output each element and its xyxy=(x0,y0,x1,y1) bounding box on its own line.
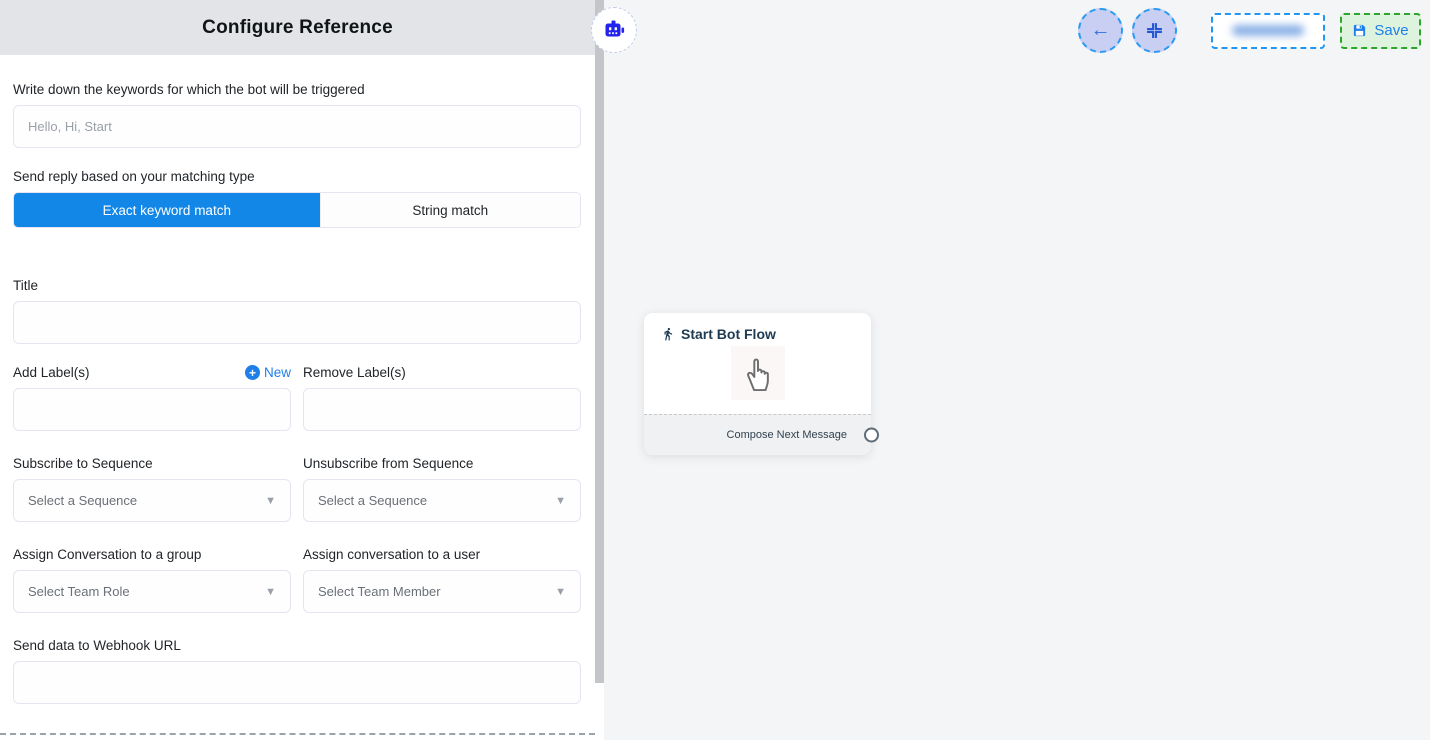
plus-icon: + xyxy=(245,365,260,380)
webhook-input[interactable] xyxy=(13,661,581,704)
subscribe-sequence-select[interactable]: Select a Sequence ▼ xyxy=(13,479,291,522)
bot-avatar[interactable] xyxy=(591,7,637,53)
remove-labels-label: Remove Label(s) xyxy=(303,365,406,380)
keywords-input[interactable] xyxy=(13,105,581,148)
robot-icon xyxy=(602,18,626,42)
add-labels-label: Add Label(s) xyxy=(13,365,90,380)
save-label: Save xyxy=(1374,22,1408,39)
assign-user-value: Select Team Member xyxy=(318,584,441,599)
new-label-button[interactable]: + New xyxy=(245,365,291,380)
chevron-down-icon: ▼ xyxy=(265,495,276,507)
keywords-label: Write down the keywords for which the bo… xyxy=(13,82,581,97)
configure-panel: Configure Reference Write down the keywo… xyxy=(0,0,595,740)
node-body xyxy=(644,342,871,404)
tab-string-match[interactable]: String match xyxy=(320,193,580,227)
walking-person-icon xyxy=(661,326,675,342)
flow-canvas[interactable]: ← Sav xyxy=(604,0,1430,740)
panel-scrollbar[interactable] xyxy=(595,0,604,740)
save-button[interactable]: Save xyxy=(1340,13,1421,49)
back-button[interactable]: ← xyxy=(1078,8,1123,53)
back-arrow-icon: ← xyxy=(1091,20,1111,40)
remove-labels-input[interactable] xyxy=(303,388,581,431)
connector-handle[interactable] xyxy=(864,428,879,443)
title-label: Title xyxy=(13,278,581,293)
assign-group-select[interactable]: Select Team Role ▼ xyxy=(13,570,291,613)
unsubscribe-sequence-value: Select a Sequence xyxy=(318,493,427,508)
start-bot-flow-node[interactable]: Start Bot Flow Compose Next Message xyxy=(644,313,871,455)
scrollbar-thumb[interactable] xyxy=(595,0,604,683)
panel-header: Configure Reference xyxy=(0,0,595,55)
panel-body: Write down the keywords for which the bo… xyxy=(0,55,595,704)
canvas-toolbar: ← Sav xyxy=(1078,8,1421,53)
tab-exact-keyword-match[interactable]: Exact keyword match xyxy=(14,193,320,227)
node-title: Start Bot Flow xyxy=(681,326,776,342)
add-labels-input[interactable] xyxy=(13,388,291,431)
assign-group-label: Assign Conversation to a group xyxy=(13,547,291,562)
subscribe-sequence-value: Select a Sequence xyxy=(28,493,137,508)
chevron-down-icon: ▼ xyxy=(265,586,276,598)
matching-type-tabs: Exact keyword match String match xyxy=(13,192,581,228)
chevron-down-icon: ▼ xyxy=(555,586,566,598)
chevron-down-icon: ▼ xyxy=(555,495,566,507)
title-input[interactable] xyxy=(13,301,581,344)
fit-view-icon xyxy=(1146,22,1163,39)
save-icon xyxy=(1352,23,1367,38)
fit-view-button[interactable] xyxy=(1132,8,1177,53)
subscribe-sequence-label: Subscribe to Sequence xyxy=(13,456,291,471)
panel-title: Configure Reference xyxy=(202,17,393,39)
new-label-text: New xyxy=(264,365,291,380)
panel-bottom-divider xyxy=(0,733,595,735)
assign-user-label: Assign conversation to a user xyxy=(303,547,581,562)
unsubscribe-sequence-label: Unsubscribe from Sequence xyxy=(303,456,581,471)
webhook-label: Send data to Webhook URL xyxy=(13,638,581,653)
matching-type-label: Send reply based on your matching type xyxy=(13,169,581,184)
compose-next-message-label: Compose Next Message xyxy=(727,429,847,441)
assign-group-value: Select Team Role xyxy=(28,584,130,599)
node-header: Start Bot Flow xyxy=(644,313,871,342)
redacted-action-button[interactable] xyxy=(1211,13,1325,49)
hand-cursor-image xyxy=(731,346,785,400)
assign-user-select[interactable]: Select Team Member ▼ xyxy=(303,570,581,613)
node-footer: Compose Next Message xyxy=(644,414,871,455)
redacted-label xyxy=(1232,25,1304,36)
unsubscribe-sequence-select[interactable]: Select a Sequence ▼ xyxy=(303,479,581,522)
